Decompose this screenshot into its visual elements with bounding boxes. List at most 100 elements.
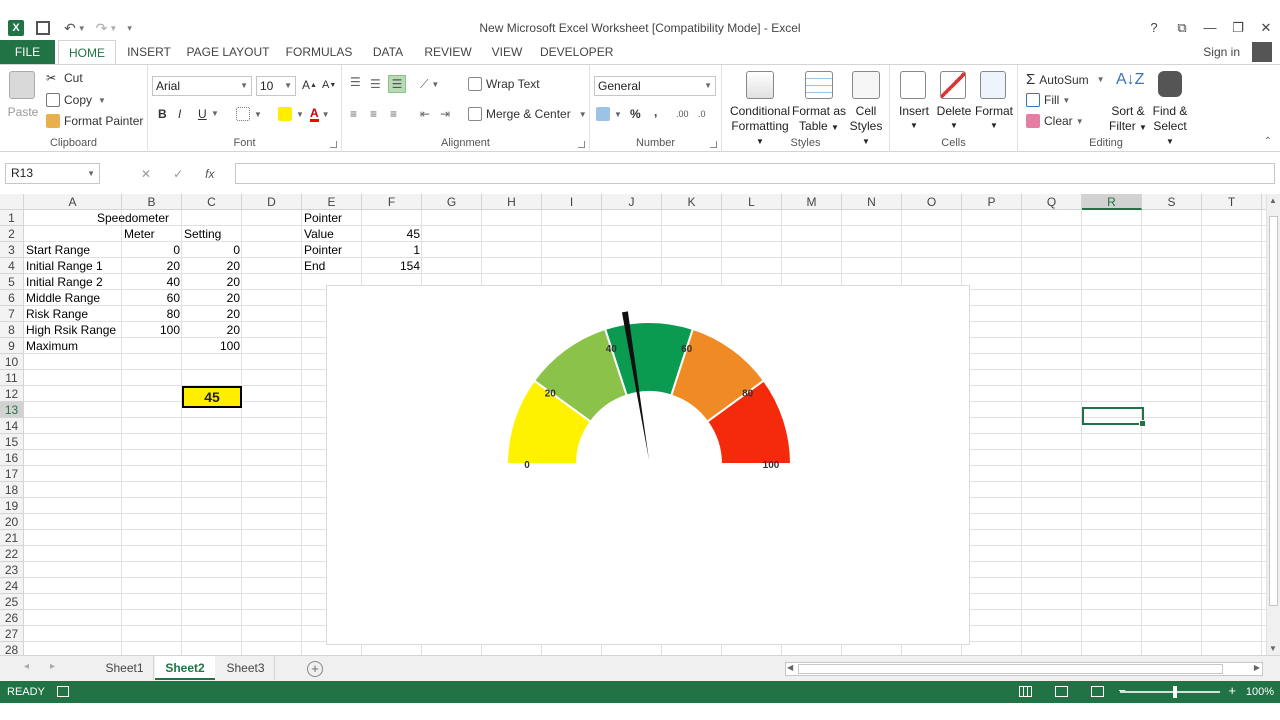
cut-button[interactable]: ✂ Cut bbox=[46, 71, 83, 85]
zoom-slider-knob[interactable] bbox=[1173, 686, 1177, 698]
horizontal-scrollbar[interactable]: ◀ ▶ bbox=[785, 662, 1263, 676]
align-right-icon[interactable]: ≡ bbox=[390, 107, 397, 121]
column-header-k[interactable]: K bbox=[662, 194, 722, 210]
scroll-left-icon[interactable]: ◀ bbox=[787, 663, 793, 672]
accounting-format-button[interactable]: ▼ bbox=[596, 107, 622, 121]
tab-data[interactable]: DATA bbox=[368, 40, 408, 64]
cell-c9[interactable]: 100 bbox=[182, 338, 242, 354]
top-align-icon[interactable]: ☰ bbox=[350, 75, 361, 89]
tab-file[interactable]: FILE bbox=[0, 40, 55, 64]
sign-in-link[interactable]: Sign in bbox=[1203, 45, 1240, 59]
paste-button[interactable]: Paste bbox=[6, 69, 40, 119]
row-header-12[interactable]: 12 bbox=[0, 386, 24, 402]
enter-icon[interactable]: ✓ bbox=[173, 167, 183, 181]
column-header-t[interactable]: T bbox=[1202, 194, 1262, 210]
column-header-p[interactable]: P bbox=[962, 194, 1022, 210]
align-left-icon[interactable]: ≡ bbox=[350, 107, 357, 121]
row-header-17[interactable]: 17 bbox=[0, 466, 24, 482]
tab-insert[interactable]: INSERT bbox=[124, 40, 174, 64]
tab-page-layout[interactable]: PAGE LAYOUT bbox=[186, 40, 270, 64]
row-header-23[interactable]: 23 bbox=[0, 562, 24, 578]
row-header-13[interactable]: 13 bbox=[0, 402, 24, 418]
page-break-view-icon[interactable] bbox=[1091, 686, 1104, 697]
formula-input[interactable] bbox=[235, 163, 1275, 184]
row-header-27[interactable]: 27 bbox=[0, 626, 24, 642]
row-header-26[interactable]: 26 bbox=[0, 610, 24, 626]
column-header-n[interactable]: N bbox=[842, 194, 902, 210]
avatar[interactable] bbox=[1252, 42, 1272, 62]
autosum-button[interactable]: Σ AutoSum ▼ bbox=[1026, 71, 1105, 88]
help-icon[interactable]: ? bbox=[1140, 18, 1168, 38]
column-header-m[interactable]: M bbox=[782, 194, 842, 210]
tab-sheet1[interactable]: Sheet1 bbox=[96, 656, 154, 680]
cell-a7[interactable]: Risk Range bbox=[24, 306, 90, 322]
cell-b7[interactable]: 80 bbox=[122, 306, 182, 322]
row-header-18[interactable]: 18 bbox=[0, 482, 24, 498]
cell-a1[interactable]: Speedometer bbox=[24, 210, 242, 226]
macro-record-icon[interactable] bbox=[57, 686, 69, 697]
horizontal-scroll-thumb[interactable] bbox=[798, 664, 1223, 674]
decrease-decimal-icon[interactable]: .0 bbox=[698, 109, 706, 119]
row-header-11[interactable]: 11 bbox=[0, 370, 24, 386]
row-header-28[interactable]: 28 bbox=[0, 642, 24, 655]
cell-a5[interactable]: Initial Range 2 bbox=[24, 274, 105, 290]
borders-button[interactable]: ▼ bbox=[236, 107, 262, 121]
row-header-7[interactable]: 7 bbox=[0, 306, 24, 322]
cell-a4[interactable]: Initial Range 1 bbox=[24, 258, 105, 274]
font-dialog-launcher-icon[interactable] bbox=[330, 141, 337, 148]
clear-button[interactable]: Clear ▼ bbox=[1026, 114, 1084, 128]
cell-b3[interactable]: 0 bbox=[122, 242, 182, 258]
column-header-o[interactable]: O bbox=[902, 194, 962, 210]
column-header-s[interactable]: S bbox=[1142, 194, 1202, 210]
cell-e4[interactable]: End bbox=[302, 258, 327, 274]
row-header-4[interactable]: 4 bbox=[0, 258, 24, 274]
active-cell-r13[interactable] bbox=[1082, 407, 1146, 427]
new-sheet-button[interactable]: + bbox=[307, 661, 323, 677]
cell-c7[interactable]: 20 bbox=[182, 306, 242, 322]
cell-b6[interactable]: 60 bbox=[122, 290, 182, 306]
restore-icon[interactable]: ❐ bbox=[1224, 18, 1252, 38]
merge-center-button[interactable]: Merge & Center ▼ bbox=[468, 107, 587, 121]
prev-sheet-icon[interactable]: ◂ bbox=[24, 661, 29, 672]
cell-e2[interactable]: Value bbox=[302, 226, 336, 242]
cell-c12-pointer-value[interactable]: 45 bbox=[182, 386, 242, 408]
row-header-14[interactable]: 14 bbox=[0, 418, 24, 434]
cell-b2[interactable]: Meter bbox=[122, 226, 182, 242]
row-header-2[interactable]: 2 bbox=[0, 226, 24, 242]
row-header-20[interactable]: 20 bbox=[0, 514, 24, 530]
row-header-9[interactable]: 9 bbox=[0, 338, 24, 354]
cell-c4[interactable]: 20 bbox=[182, 258, 242, 274]
cell-a8[interactable]: High Rsik Range bbox=[24, 322, 118, 338]
font-name-combo[interactable]: Arial ▼ bbox=[152, 76, 252, 96]
column-header-r[interactable]: R bbox=[1082, 194, 1142, 210]
conditional-formatting-button[interactable]: Conditional Formatting ▼ bbox=[728, 69, 792, 146]
row-header-10[interactable]: 10 bbox=[0, 354, 24, 370]
cancel-icon[interactable]: ✕ bbox=[141, 167, 151, 181]
font-color-button[interactable]: A ▼ bbox=[310, 107, 330, 122]
row-header-5[interactable]: 5 bbox=[0, 274, 24, 290]
fill-color-button[interactable]: ▼ bbox=[278, 107, 304, 121]
cell-c2[interactable]: Setting bbox=[182, 226, 242, 242]
comma-style-button[interactable]: , bbox=[654, 105, 657, 119]
find-select-button[interactable]: Find & Select ▼ bbox=[1150, 69, 1190, 146]
underline-button[interactable]: U bbox=[198, 107, 207, 121]
format-cells-button[interactable]: Format ▼ bbox=[974, 69, 1014, 133]
sort-filter-button[interactable]: A↓Z Sort & Filter ▼ bbox=[1108, 69, 1148, 133]
minimize-icon[interactable]: — bbox=[1196, 18, 1224, 38]
cell-a3[interactable]: Start Range bbox=[24, 242, 92, 258]
vertical-scrollbar[interactable]: ▲ ▼ bbox=[1266, 194, 1280, 655]
cell-b8[interactable]: 100 bbox=[122, 322, 182, 338]
collapse-ribbon-icon[interactable]: ⌃ bbox=[1264, 136, 1272, 147]
column-header-f[interactable]: F bbox=[362, 194, 422, 210]
font-size-combo[interactable]: 10 ▼ bbox=[256, 76, 296, 96]
cell-c8[interactable]: 20 bbox=[182, 322, 242, 338]
percent-style-button[interactable]: % bbox=[630, 107, 641, 121]
cell-a9[interactable]: Maximum bbox=[24, 338, 80, 354]
row-header-16[interactable]: 16 bbox=[0, 450, 24, 466]
zoom-in-icon[interactable]: + bbox=[1228, 683, 1236, 698]
cell-a6[interactable]: Middle Range bbox=[24, 290, 102, 306]
tab-home[interactable]: HOME bbox=[58, 40, 116, 65]
cell-c3[interactable]: 0 bbox=[182, 242, 242, 258]
increase-decimal-icon[interactable]: .00 bbox=[676, 109, 689, 119]
row-header-8[interactable]: 8 bbox=[0, 322, 24, 338]
